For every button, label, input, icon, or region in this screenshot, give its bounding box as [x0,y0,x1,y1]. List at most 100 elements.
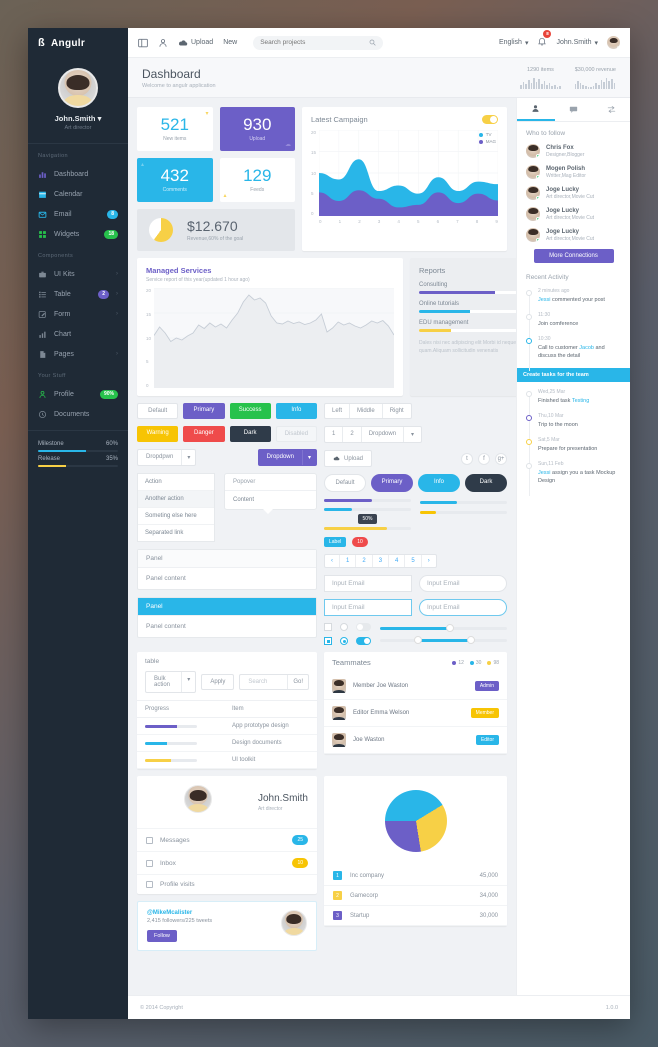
group-button[interactable]: Dropdown [362,427,405,442]
email-field-rounded[interactable]: Input Email [419,575,507,592]
activity-link[interactable]: Jacob [579,345,594,351]
stat-card-upload[interactable]: ☁ 930 Upload [219,107,295,151]
table-search[interactable]: Search Go! [239,674,309,690]
dropdown-menu[interactable]: Action Another action Someting else here Se… [137,473,215,542]
activity-link[interactable]: Testing [572,398,589,404]
profile-item-profile-visits[interactable]: Profile visits [137,874,317,894]
notification-bell[interactable]: 8 [537,29,552,52]
button-default[interactable]: Default [137,403,179,419]
profile-item-inbox[interactable]: Inbox 10 [137,851,317,874]
radio-on[interactable] [340,637,348,645]
sidebar-item-profile[interactable]: Profile 90% [28,384,128,404]
go-button[interactable]: Go! [288,675,308,689]
pagination-page[interactable]: 3 [373,555,390,567]
sidebar-item-form[interactable]: Form › [28,304,128,324]
sidebar-item-dashboard[interactable]: Dashboard [28,164,128,184]
email-field-rounded-focus[interactable]: Input Email [419,599,507,616]
follow-person-row[interactable]: Joge Lucky Art director,Movie Cut [526,207,621,221]
button-primary[interactable]: Primary [371,474,413,492]
pagination-next[interactable]: › [422,555,436,567]
slider-blue[interactable] [324,508,411,511]
button-success[interactable]: Success [229,403,271,419]
activity-link[interactable]: Jessi [538,297,551,303]
button-dark[interactable]: Dark [465,474,507,492]
button-primary[interactable]: Primary [183,403,225,419]
group-button[interactable]: Middle [350,404,383,418]
sidebar-item-chart[interactable]: Chart [28,324,128,344]
campaign-toggle[interactable] [482,115,498,124]
group-button[interactable]: 1 [325,427,344,442]
search-input[interactable] [260,39,365,46]
stat-card-new-items[interactable]: ▾ 521 New items [137,107,213,151]
email-field-square-focus[interactable]: Input Email [324,599,412,616]
user-menu[interactable]: John.Smith ▾ [556,39,598,47]
button-group-lmr[interactable]: Left Middle Right [324,403,412,419]
tab-transfer[interactable] [592,98,630,121]
switch-off[interactable] [356,623,371,631]
switch-on[interactable] [356,637,371,645]
radio-off[interactable] [340,623,348,631]
menu-item[interactable]: Separated link [138,525,214,541]
twitter-handle[interactable]: @MikeMcalister [147,910,281,916]
search-box[interactable] [253,35,384,50]
button-default[interactable]: Default [324,474,366,492]
new-button[interactable]: New [223,39,237,46]
menu-item[interactable]: Action [138,474,214,491]
user-icon[interactable] [158,38,168,48]
email-field-square[interactable]: Input Email [324,575,412,592]
button-disabled[interactable]: Disabled [275,426,317,442]
button-danger[interactable]: Danger [183,426,225,442]
avatar[interactable] [607,36,620,49]
sidebar-item-calendar[interactable]: Calendar [28,184,128,204]
pagination-page[interactable]: 5 [405,555,422,567]
sidebar-profile[interactable]: John.Smith ▾ Art director [28,58,128,144]
slider-purple[interactable] [324,499,411,502]
profile-item-messages[interactable]: Messages 25 [137,828,317,851]
button-info[interactable]: Info [275,403,317,419]
language-selector[interactable]: English ▾ [499,39,528,47]
more-connections-button[interactable]: More Connections [533,249,614,263]
dropdown-default[interactable]: Dropdpwn ▾ [137,449,197,466]
upload-button[interactable]: Upload [178,38,213,48]
slider-range[interactable] [380,636,507,644]
follow-person-row[interactable]: Joge Lucky Art director,Movie Cut [526,228,621,242]
follow-person-row[interactable]: Chris Fox Designer,Blogger [526,144,621,158]
tab-messages[interactable] [555,98,593,121]
group-button[interactable]: 2 [343,427,362,442]
tab-people[interactable] [517,98,555,121]
button-dark[interactable]: Dark [229,426,271,442]
chevron-down-icon[interactable]: ▾ [404,427,421,442]
bulk-action-dropdown[interactable]: Bulk action ▾ [145,671,197,693]
sidebar-item-widgets[interactable]: Widgets 18 [28,224,128,244]
pagination-page[interactable]: 4 [389,555,406,567]
table-search-input[interactable]: Search [240,675,289,689]
brand-logo[interactable]: ß Angulr [28,28,128,58]
button-group-numbers[interactable]: 1 2 Dropdown ▾ [324,426,423,443]
google-plus-icon[interactable]: g+ [495,452,507,465]
pagination-prev[interactable]: ‹ [325,555,340,567]
group-button[interactable]: Left [325,404,351,418]
checkbox-on[interactable] [324,637,332,645]
menu-icon[interactable] [138,38,148,48]
slider-yellow[interactable] [324,527,411,530]
facebook-icon[interactable]: f [478,452,490,465]
follow-person-row[interactable]: Joge Lucky Art director,Movie Cut [526,186,621,200]
stat-card-feeds[interactable]: ▴ 129 Feeds [219,158,295,202]
twitter-icon[interactable]: t [461,452,473,465]
sidebar-item-documents[interactable]: Documents [28,404,128,424]
follow-button[interactable]: Follow [147,930,177,942]
pagination-page[interactable]: 1 [340,555,357,567]
pagination-page[interactable]: 2 [356,555,373,567]
menu-item[interactable]: Someting else here [138,508,214,525]
menu-item[interactable]: Another action [138,491,214,508]
activity-link[interactable]: Jessi [538,470,551,476]
group-button[interactable]: Right [383,404,411,418]
follow-person-row[interactable]: Mogen Polish Writter,Mag Editor [526,165,621,179]
slider-single-knob[interactable] [380,624,507,632]
button-info[interactable]: Info [418,474,460,492]
sidebar-item-ui-kits[interactable]: UI Kits › [28,264,128,284]
checkbox-off[interactable] [324,623,332,631]
upload-button[interactable]: Upload [324,450,373,467]
dropdown-primary[interactable]: Dropdown ▾ [257,449,317,466]
slider-blue-2[interactable] [420,501,507,504]
